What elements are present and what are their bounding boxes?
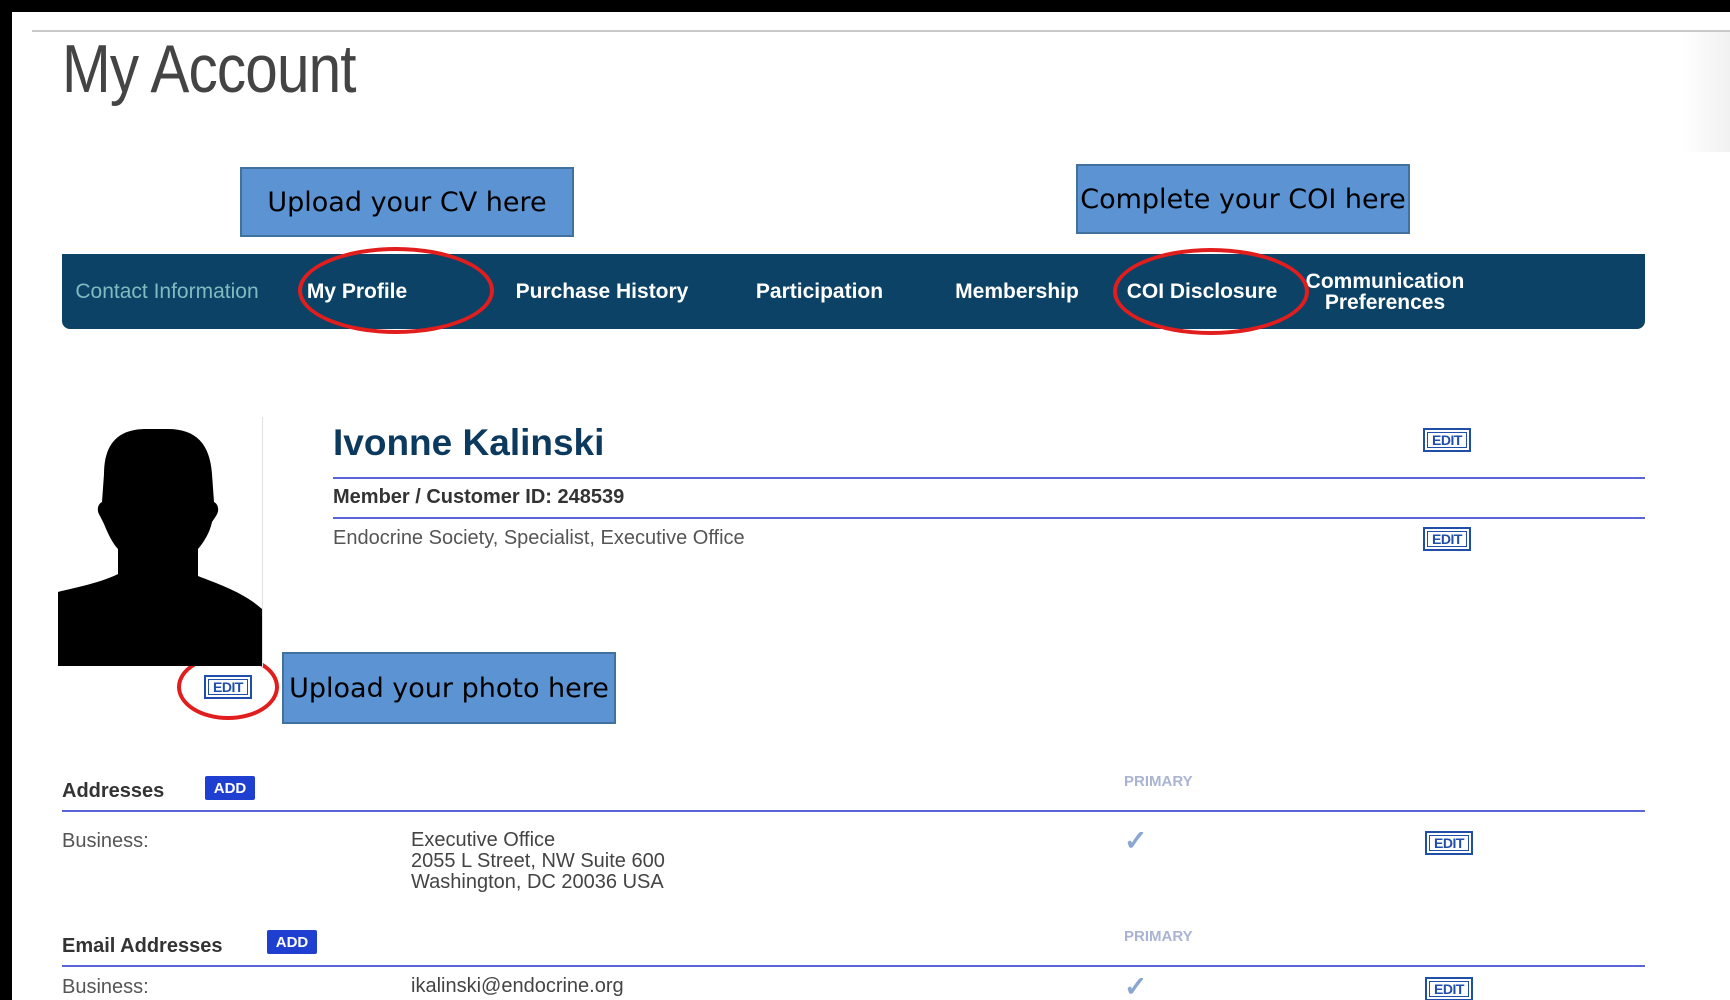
email-value: ikalinski@endocrine.org: [411, 975, 624, 997]
edit-email-button[interactable]: EDIT: [1425, 977, 1473, 1000]
edit-organization-button[interactable]: EDIT: [1423, 527, 1471, 551]
email-addresses-title: Email Addresses: [62, 935, 223, 957]
edit-name-button[interactable]: EDIT: [1423, 428, 1471, 452]
account-nav-bar: Contact Information My Profile Purchase …: [62, 254, 1645, 329]
callout-upload-cv: Upload your CV here: [240, 167, 574, 237]
primary-column-header-email: PRIMARY: [1124, 928, 1193, 945]
email-primary-checkmark-icon: ✓: [1124, 971, 1148, 1000]
address-line-2: 2055 L Street, NW Suite 600: [411, 850, 665, 872]
photo-divider: [262, 417, 263, 667]
tab-participation[interactable]: Participation: [742, 254, 897, 329]
tab-my-profile[interactable]: My Profile: [302, 254, 412, 329]
tab-membership[interactable]: Membership: [947, 254, 1087, 329]
primary-checkmark-icon: ✓: [1124, 825, 1148, 856]
organization-info: Endocrine Society, Specialist, Executive…: [333, 527, 745, 549]
avatar-silhouette-icon: [58, 429, 262, 666]
tab-contact-information[interactable]: Contact Information: [72, 254, 262, 329]
addresses-divider: [62, 810, 1645, 812]
browser-frame: My Account Upload your CV here Complete …: [12, 12, 1730, 1000]
tab-purchase-history[interactable]: Purchase History: [507, 254, 697, 329]
primary-column-header: PRIMARY: [1124, 773, 1193, 790]
right-shade: [1682, 32, 1730, 152]
member-id: Member / Customer ID: 248539: [333, 486, 625, 508]
emails-divider: [62, 965, 1645, 967]
add-address-button[interactable]: ADD: [205, 776, 255, 800]
page-title: My Account: [62, 31, 357, 107]
member-id-divider: [333, 517, 1645, 519]
tab-communication-preferences[interactable]: Communication Preferences: [1300, 254, 1470, 329]
address-line-1: Executive Office: [411, 829, 556, 851]
profile-name: Ivonne Kalinski: [333, 422, 605, 463]
callout-upload-photo: Upload your photo here: [282, 652, 616, 724]
email-type-label: Business:: [62, 976, 149, 998]
name-divider: [333, 477, 1645, 479]
addresses-title: Addresses: [62, 780, 165, 802]
address-value: Executive Office 2055 L Street, NW Suite…: [411, 830, 665, 893]
address-line-3: Washington, DC 20036 USA: [411, 871, 664, 893]
edit-photo-button[interactable]: EDIT: [204, 675, 252, 699]
callout-complete-coi: Complete your COI here: [1076, 164, 1410, 234]
address-type-label: Business:: [62, 830, 149, 852]
edit-address-button[interactable]: EDIT: [1425, 831, 1473, 855]
add-email-button[interactable]: ADD: [267, 930, 317, 954]
tab-coi-disclosure[interactable]: COI Disclosure: [1117, 254, 1287, 329]
